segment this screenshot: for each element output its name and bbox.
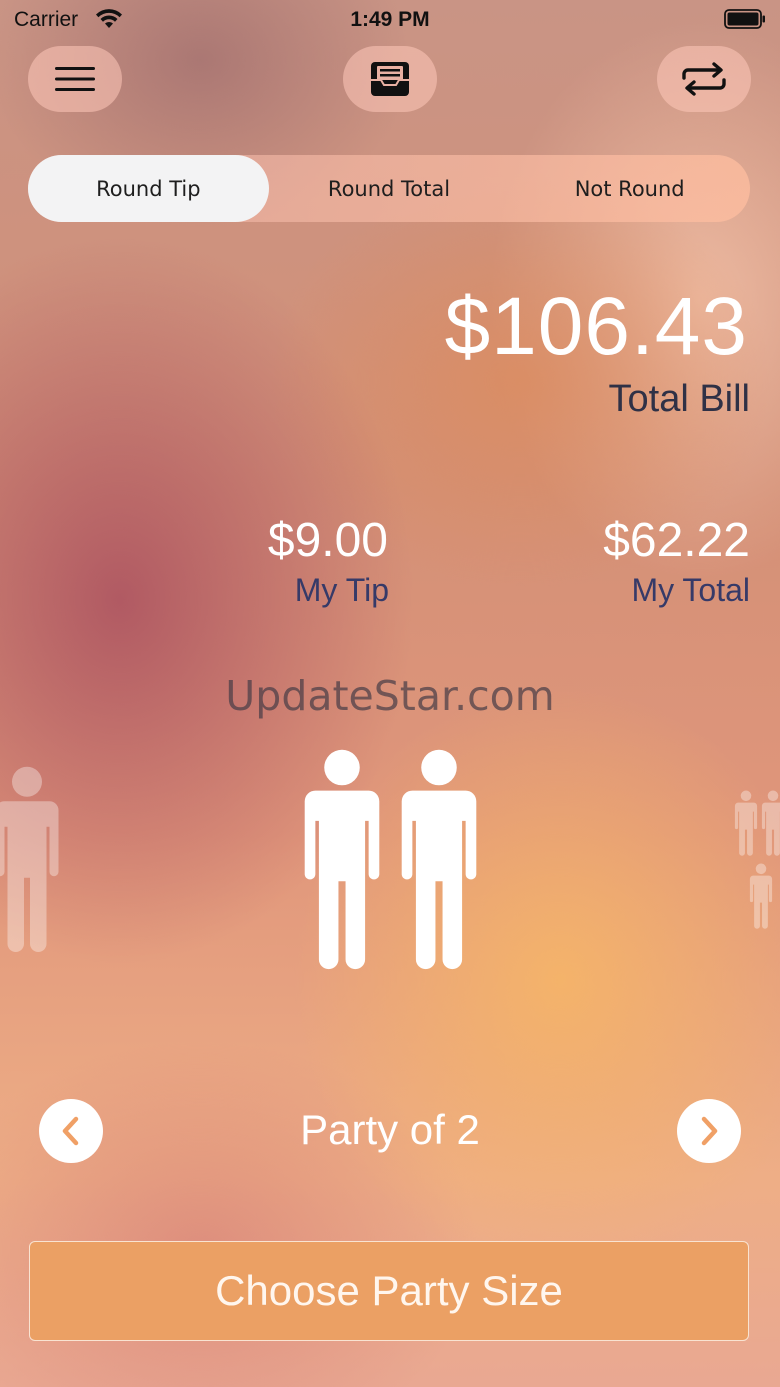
my-total-amount: $62.22	[603, 514, 750, 567]
person-icon	[761, 790, 780, 856]
person-icon	[401, 749, 477, 970]
swap-button[interactable]	[657, 46, 751, 112]
party-person-icon-2	[394, 748, 484, 970]
party-size-label: Party of 2	[300, 1106, 480, 1153]
person-icon	[0, 766, 59, 952]
faded-person-icon-right-3	[748, 863, 774, 929]
battery-icon	[724, 9, 765, 29]
status-bar: Carrier 1:49 PM	[0, 0, 780, 40]
receipt-tray-icon	[371, 62, 409, 96]
my-total-label: My Total	[631, 572, 750, 608]
total-bill-amount: $106.43	[444, 281, 748, 372]
segment-round-tip[interactable]: Round Tip	[28, 155, 269, 222]
faded-person-icon-left	[0, 765, 60, 953]
watermark-text: UpdateStar.com	[225, 672, 555, 720]
my-tip-amount: $9.00	[267, 514, 388, 567]
party-person-icon-1	[297, 748, 387, 970]
receipt-button[interactable]	[343, 46, 437, 112]
hamburger-menu-icon	[55, 67, 95, 91]
menu-button[interactable]	[28, 46, 122, 112]
faded-person-icon-right-1	[733, 790, 759, 856]
my-tip-label: My Tip	[294, 572, 389, 608]
faded-person-icon-right-2	[760, 790, 780, 856]
choose-party-size-button[interactable]: Choose Party Size	[29, 1241, 749, 1341]
person-icon	[749, 863, 773, 929]
segment-round-total[interactable]: Round Total	[269, 155, 510, 222]
total-bill-label: Total Bill	[608, 378, 751, 420]
next-party-size-button[interactable]	[677, 1099, 741, 1163]
clock-time: 1:49 PM	[350, 8, 430, 31]
person-icon	[734, 790, 758, 856]
swap-arrows-icon	[682, 62, 726, 96]
person-icon	[304, 749, 380, 970]
chevron-right-icon	[701, 1116, 718, 1146]
rounding-segmented-control: Round Tip Round Total Not Round	[28, 155, 750, 222]
segment-not-round[interactable]: Not Round	[509, 155, 750, 222]
